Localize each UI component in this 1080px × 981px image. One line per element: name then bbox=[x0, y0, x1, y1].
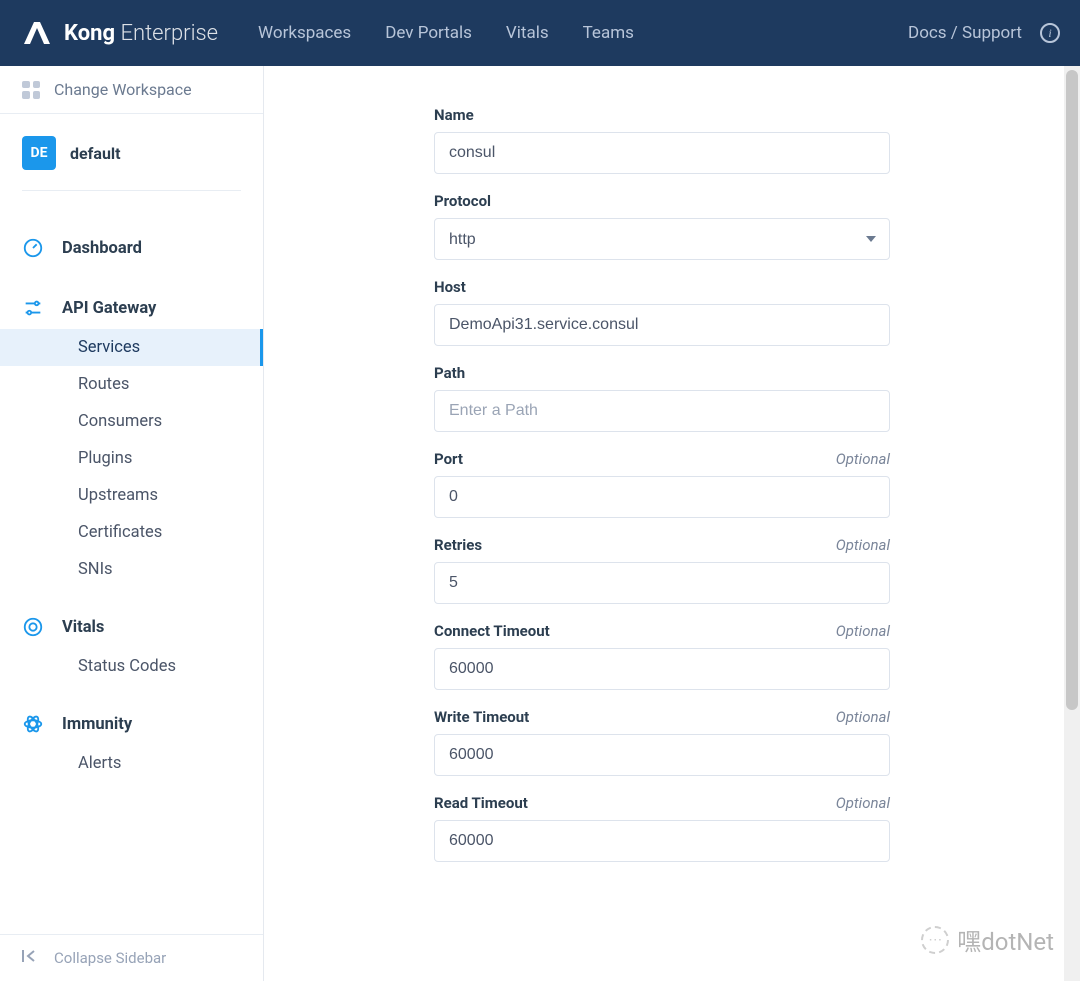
field-port: Port Optional bbox=[434, 450, 890, 518]
grid-icon bbox=[22, 81, 40, 99]
atom-icon bbox=[22, 713, 44, 735]
nav-docs-support[interactable]: Docs / Support bbox=[908, 23, 1022, 43]
path-label: Path bbox=[434, 364, 465, 382]
sidebar: Change Workspace DE default Dashboard AP… bbox=[0, 66, 264, 981]
brand-text: Kong Enterprise bbox=[64, 21, 218, 46]
retries-input[interactable] bbox=[434, 562, 890, 604]
change-workspace-label: Change Workspace bbox=[54, 80, 192, 99]
sidebar-item-status-codes[interactable]: Status Codes bbox=[0, 648, 263, 685]
sidebar-item-services[interactable]: Services bbox=[0, 329, 263, 366]
nav-vitals[interactable]: Vitals bbox=[506, 23, 549, 43]
retries-optional: Optional bbox=[836, 536, 890, 554]
field-write-timeout: Write Timeout Optional bbox=[434, 708, 890, 776]
field-read-timeout: Read Timeout Optional bbox=[434, 794, 890, 862]
path-input[interactable] bbox=[434, 390, 890, 432]
connect-timeout-input[interactable] bbox=[434, 648, 890, 690]
sidebar-divider bbox=[22, 190, 241, 191]
nav-workspaces[interactable]: Workspaces bbox=[258, 23, 351, 43]
read-timeout-label: Read Timeout bbox=[434, 794, 528, 812]
field-protocol: Protocol http bbox=[434, 192, 890, 260]
workspace-selector[interactable]: DE default bbox=[0, 114, 263, 190]
sidebar-nav: Dashboard API Gateway Services Routes Co… bbox=[0, 209, 263, 934]
collapse-icon bbox=[22, 949, 40, 967]
brand-logo[interactable]: Kong Enterprise bbox=[20, 18, 218, 48]
sidebar-item-api-gateway[interactable]: API Gateway bbox=[0, 287, 263, 329]
write-timeout-optional: Optional bbox=[836, 708, 890, 726]
top-right: Docs / Support i bbox=[908, 23, 1060, 43]
read-timeout-input[interactable] bbox=[434, 820, 890, 862]
port-label: Port bbox=[434, 450, 463, 468]
field-path: Path bbox=[434, 364, 890, 432]
top-nav: Workspaces Dev Portals Vitals Teams bbox=[258, 23, 634, 43]
settings-icon bbox=[22, 297, 44, 319]
protocol-select[interactable]: http bbox=[434, 218, 890, 260]
port-input[interactable] bbox=[434, 476, 890, 518]
page-scrollbar[interactable] bbox=[1064, 66, 1080, 981]
sidebar-item-immunity[interactable]: Immunity bbox=[0, 703, 263, 745]
sidebar-item-consumers[interactable]: Consumers bbox=[0, 403, 263, 440]
name-input[interactable] bbox=[434, 132, 890, 174]
kong-logo-icon bbox=[20, 18, 54, 48]
sidebar-item-plugins[interactable]: Plugins bbox=[0, 440, 263, 477]
sidebar-item-snis[interactable]: SNIs bbox=[0, 551, 263, 588]
nav-teams[interactable]: Teams bbox=[583, 23, 634, 43]
sidebar-item-certificates[interactable]: Certificates bbox=[0, 514, 263, 551]
write-timeout-label: Write Timeout bbox=[434, 708, 529, 726]
collapse-sidebar[interactable]: Collapse Sidebar bbox=[0, 934, 263, 981]
change-workspace[interactable]: Change Workspace bbox=[0, 66, 263, 114]
field-connect-timeout: Connect Timeout Optional bbox=[434, 622, 890, 690]
topbar: Kong Enterprise Workspaces Dev Portals V… bbox=[0, 0, 1080, 66]
sidebar-item-routes[interactable]: Routes bbox=[0, 366, 263, 403]
host-label: Host bbox=[434, 278, 466, 296]
sidebar-item-upstreams[interactable]: Upstreams bbox=[0, 477, 263, 514]
write-timeout-input[interactable] bbox=[434, 734, 890, 776]
connect-timeout-optional: Optional bbox=[836, 622, 890, 640]
port-optional: Optional bbox=[836, 450, 890, 468]
nav-dev-portals[interactable]: Dev Portals bbox=[385, 23, 472, 43]
field-host: Host bbox=[434, 278, 890, 346]
gauge-icon bbox=[22, 237, 44, 259]
field-name: Name bbox=[434, 106, 890, 174]
host-input[interactable] bbox=[434, 304, 890, 346]
info-icon[interactable]: i bbox=[1040, 23, 1060, 43]
protocol-label: Protocol bbox=[434, 192, 491, 210]
workspace-name: default bbox=[70, 144, 121, 163]
sidebar-item-dashboard[interactable]: Dashboard bbox=[0, 227, 263, 269]
service-form: Name Protocol http Host Path bbox=[434, 106, 890, 862]
scrollbar-thumb[interactable] bbox=[1066, 70, 1078, 710]
read-timeout-optional: Optional bbox=[836, 794, 890, 812]
retries-label: Retries bbox=[434, 536, 482, 554]
main-content: Name Protocol http Host Path bbox=[264, 66, 1080, 981]
sidebar-item-vitals[interactable]: Vitals bbox=[0, 606, 263, 648]
target-icon bbox=[22, 616, 44, 638]
field-retries: Retries Optional bbox=[434, 536, 890, 604]
sidebar-item-alerts[interactable]: Alerts bbox=[0, 745, 263, 782]
name-label: Name bbox=[434, 106, 474, 124]
workspace-badge: DE bbox=[22, 136, 56, 170]
connect-timeout-label: Connect Timeout bbox=[434, 622, 550, 640]
